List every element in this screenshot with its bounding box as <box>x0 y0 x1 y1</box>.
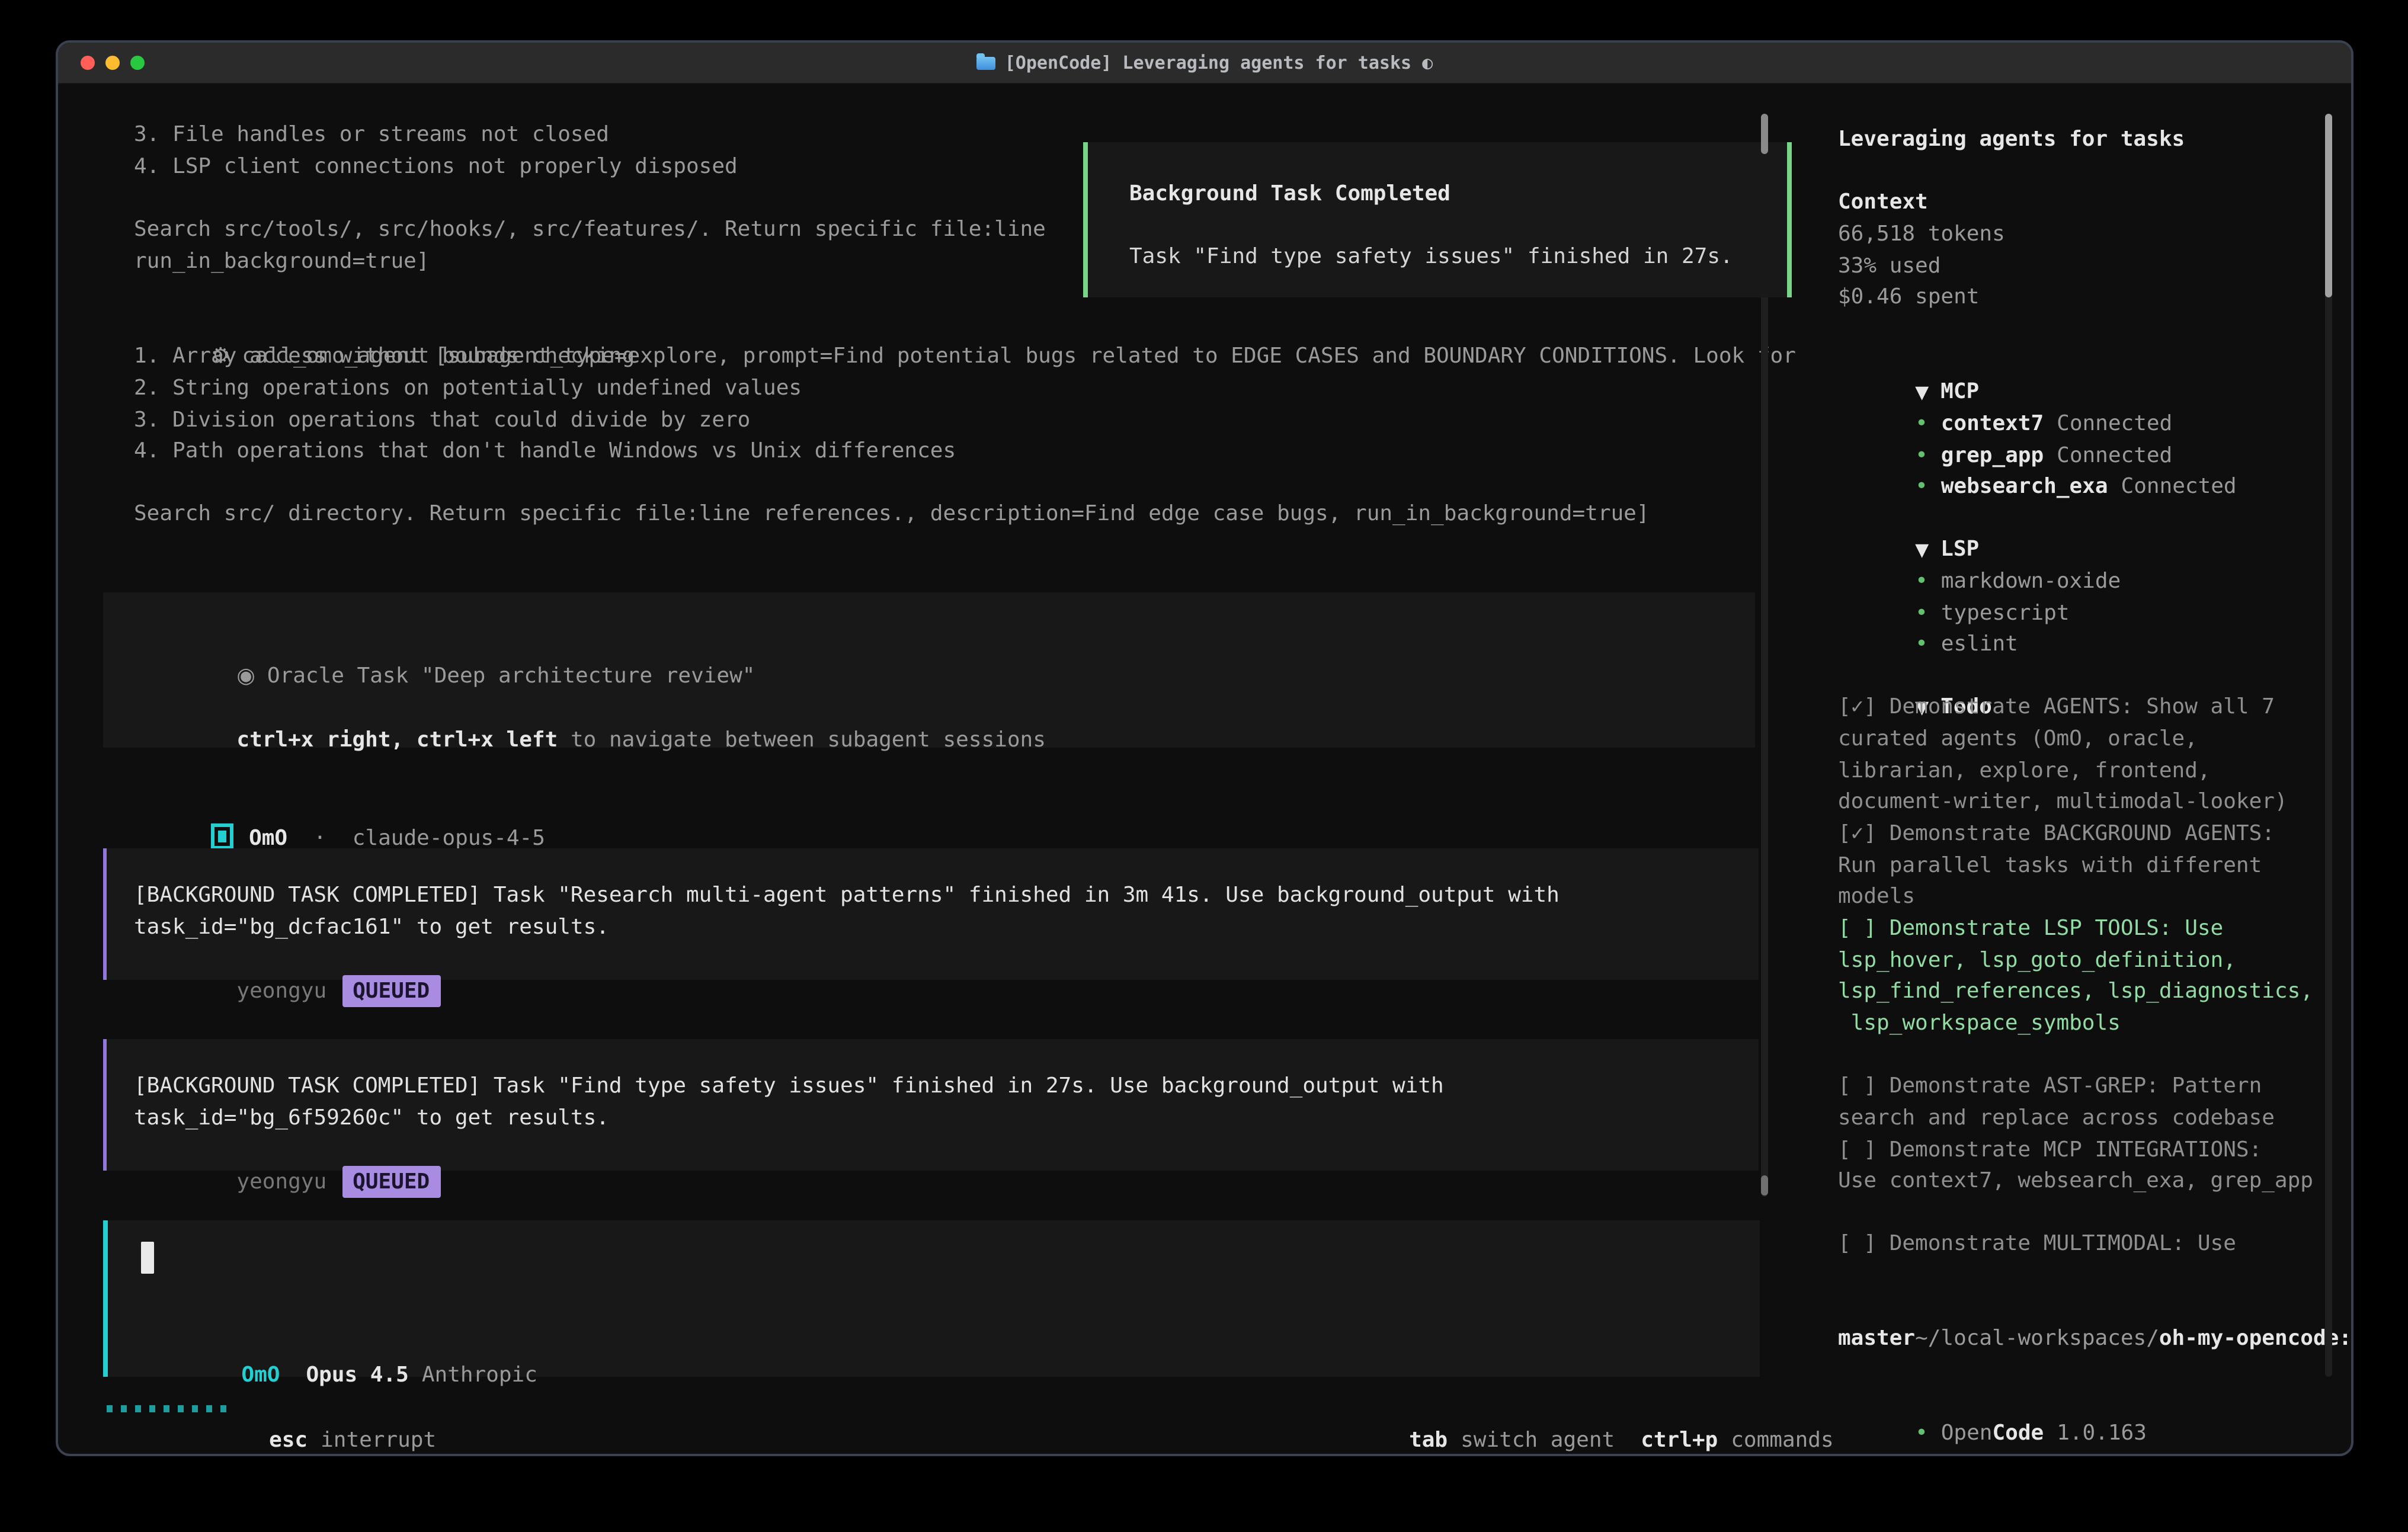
mcp-status: Connected <box>2121 474 2237 499</box>
agent-model: claude-opus-4-5 <box>353 826 545 851</box>
folder-icon <box>976 56 995 69</box>
esc-key-hint: esc <box>269 1428 308 1453</box>
status-badge: QUEUED <box>342 1166 440 1198</box>
hint-keys: ctrl+x right, ctrl+x left <box>236 727 558 752</box>
sidebar-scrollbar-thumb[interactable] <box>2325 114 2332 297</box>
bullet-icon: • <box>1915 474 1928 499</box>
brand-bold: Code <box>1992 1421 2044 1446</box>
task-message-line: task_id="bg_6f59260c" to get results. <box>134 1102 609 1134</box>
notification-title: Background Task Completed <box>1129 178 1450 210</box>
tool-call-item: 3. Division operations that could divide… <box>134 404 750 436</box>
window-title: [OpenCode] Leveraging agents for tasks ◐ <box>1005 52 1433 73</box>
tab-key-label: switch agent <box>1461 1428 1615 1453</box>
scrollback-line: 4. LSP client connections not properly d… <box>134 150 738 182</box>
task-message-meta: yeongyu QUEUED <box>134 1134 440 1230</box>
lsp-name: eslint <box>1941 632 2018 656</box>
todo-line: lsp_workspace_symbols <box>1838 1007 2121 1039</box>
prompt-input[interactable]: OmOOpus 4.5Anthropic <box>103 1220 1760 1377</box>
task-message-line: task_id="bg_dcfac161" to get results. <box>134 911 609 943</box>
context-used: 33% used <box>1838 250 1941 282</box>
session-title: Leveraging agents for tasks <box>1838 123 2185 155</box>
bullet-icon: • <box>1915 1421 1928 1446</box>
todo-line: models <box>1838 880 1915 912</box>
oracle-task-title-text: Oracle Task "Deep architecture review" <box>267 664 755 688</box>
fisheye-icon: ◉ <box>236 664 255 688</box>
statusbar-left: esc interrupt <box>192 1392 436 1456</box>
workspace-path-dim: ~/local-workspaces/ <box>1915 1326 2159 1351</box>
screen: [OpenCode] Leveraging agents for tasks ◐… <box>0 0 2408 1532</box>
task-author: yeongyu <box>236 1169 326 1194</box>
todo-line: Run parallel tasks with different <box>1838 850 2262 882</box>
context-spent: $0.46 spent <box>1838 281 1979 313</box>
oracle-task-panel: ◉Oracle Task "Deep architecture review" … <box>103 592 1755 748</box>
todo-line: curated agents (OmO, oracle, <box>1838 723 2198 755</box>
todo-line: [ ] Demonstrate MCP INTEGRATIONS: <box>1838 1134 2262 1166</box>
todo-line: [ ] Demonstrate LSP TOOLS: Use <box>1838 912 2223 944</box>
main-scrollbar-thumb[interactable] <box>1761 1175 1768 1196</box>
notification-toast: Background Task Completed Task "Find typ… <box>1083 142 1792 297</box>
background-task-message: [BACKGROUND TASK COMPLETED] Task "Resear… <box>103 848 1759 980</box>
statusbar-right: tab switch agent ctrl+p commands <box>1332 1392 1834 1456</box>
tool-call-item: 2. String operations on potentially unde… <box>134 372 802 404</box>
sidebar-scrollbar-track[interactable] <box>2325 114 2332 1377</box>
separator-dot: · <box>313 826 326 851</box>
ctrlp-key-hint: ctrl+p <box>1641 1428 1718 1453</box>
input-provider-name: Anthropic <box>422 1363 537 1387</box>
task-message-line: [BACKGROUND TASK COMPLETED] Task "Resear… <box>134 879 1560 911</box>
task-message-line: [BACKGROUND TASK COMPLETED] Task "Find t… <box>134 1070 1444 1102</box>
agent-name: OmO <box>249 826 287 851</box>
input-agent-name: OmO <box>241 1363 280 1387</box>
workspace-branch: master <box>1838 1322 1915 1354</box>
context-tokens: 66,518 tokens <box>1838 218 2005 250</box>
agent-square-icon <box>211 823 233 850</box>
notification-body: Task "Find type safety issues" finished … <box>1129 241 1733 273</box>
oracle-navigation-hint: ctrl+x right, ctrl+x left to navigate be… <box>134 692 1046 788</box>
hint-text: to navigate between subagent sessions <box>558 727 1046 752</box>
todo-line: [ ] Demonstrate AST-GREP: Pattern <box>1838 1070 2262 1102</box>
task-author: yeongyu <box>236 979 326 1004</box>
tool-call-line: Search src/ directory. Return specific f… <box>134 498 1650 530</box>
scrollback-line: 3. File handles or streams not closed <box>134 118 609 150</box>
context-heading: Context <box>1838 186 1928 218</box>
input-model-name: Opus 4.5 <box>306 1363 408 1387</box>
todo-line: lsp_find_references, lsp_diagnostics, <box>1838 975 2313 1007</box>
todo-line: document-writer, multimodal-looker) <box>1838 786 2288 818</box>
ctrlp-key-label: commands <box>1731 1428 1833 1453</box>
todo-line: Use context7, websearch_exa, grep_app <box>1838 1165 2313 1197</box>
status-badge: QUEUED <box>342 975 440 1007</box>
tab-key-hint: tab <box>1409 1428 1448 1453</box>
mcp-name: websearch_exa <box>1941 474 2108 499</box>
main-scrollbar-thumb[interactable] <box>1761 114 1768 154</box>
bullet-icon: • <box>1915 632 1928 656</box>
titlebar[interactable]: [OpenCode] Leveraging agents for tasks ◐ <box>58 43 2351 84</box>
esc-key-label: interrupt <box>321 1428 436 1453</box>
version-line: • OpenCode 1.0.163 <box>1838 1385 2147 1456</box>
tool-call-item: 1. Array access without bounds checking <box>134 340 635 372</box>
workspace-path-bold: oh-my-opencode: <box>2159 1326 2352 1351</box>
brand-dim: Open <box>1941 1421 1993 1446</box>
todo-line: [ ] Demonstrate MULTIMODAL: Use <box>1838 1227 2236 1259</box>
scrollback-line: Search src/tools/, src/hooks/, src/featu… <box>134 213 1046 245</box>
terminal-window: [OpenCode] Leveraging agents for tasks ◐… <box>56 40 2353 1456</box>
todo-line: [✓] Demonstrate AGENTS: Show all 7 <box>1838 691 2275 723</box>
background-task-message: [BACKGROUND TASK COMPLETED] Task "Find t… <box>103 1039 1759 1171</box>
todo-line: [✓] Demonstrate BACKGROUND AGENTS: <box>1838 818 2275 850</box>
todo-line: librarian, explore, frontend, <box>1838 755 2211 787</box>
todo-line: lsp_hover, lsp_goto_definition, <box>1838 944 2236 976</box>
todo-line: search and replace across codebase <box>1838 1102 2275 1134</box>
version-number: 1.0.163 <box>2057 1421 2147 1446</box>
task-message-meta: yeongyu QUEUED <box>134 943 440 1039</box>
text-cursor <box>141 1242 154 1274</box>
tool-call-item: 4. Path operations that don't handle Win… <box>134 435 956 467</box>
scrollback-line: run_in_background=true] <box>134 245 430 277</box>
window-title-row: [OpenCode] Leveraging agents for tasks ◐ <box>58 43 2351 83</box>
